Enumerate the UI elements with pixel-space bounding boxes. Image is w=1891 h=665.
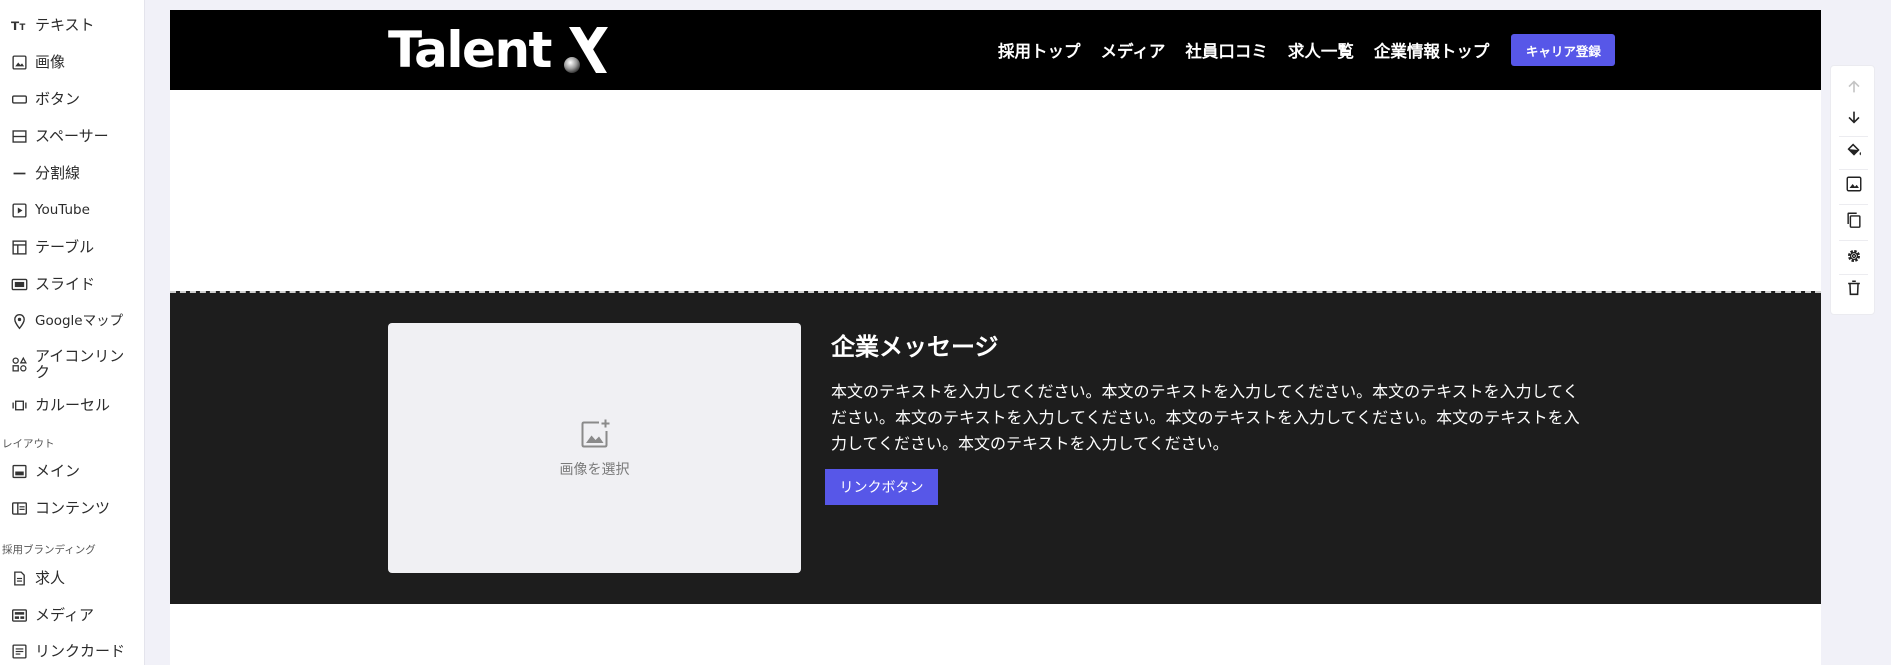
sidebar-item-job[interactable]: 求人 [10,563,142,593]
delete-trash-icon [1845,279,1863,301]
delete-button[interactable] [1844,280,1864,300]
map-pin-icon [10,312,29,331]
sidebar-item-link-card[interactable]: リンクカード [10,636,142,665]
sidebar-item-label: コンテンツ [35,499,111,517]
main-layout-icon [10,462,29,481]
nav-link-media[interactable]: メディア [1101,38,1166,62]
sidebar-item-label: 画像 [35,53,66,71]
sidebar-item-spacer[interactable]: スペーサー [10,121,142,151]
media-icon [10,606,29,625]
nav-link-company-top[interactable]: 企業情報トップ [1374,38,1490,62]
sidebar-item-google-map[interactable]: Googleマップ [10,306,142,336]
settings-button[interactable] [1844,248,1864,268]
editor-canvas: Talent 採用トップ メディア 社員口コミ 求人一覧 企業情報トップ キャリ… [170,10,1821,665]
button-icon [10,90,29,109]
duplicate-icon [1845,211,1863,233]
add-image-icon [578,417,612,455]
job-icon [10,569,29,588]
background-image-icon [1845,175,1863,197]
block-actions-toolbar [1830,65,1875,315]
sidebar-item-label: スペーサー [35,127,109,145]
sidebar-item-icon-link[interactable]: アイコンリンク [10,346,142,382]
sidebar-item-main[interactable]: メイン [10,456,142,486]
link-button[interactable]: リンクボタン [825,469,938,505]
sidebar-item-label: Googleマップ [35,313,124,329]
talent-x-logo[interactable]: Talent [388,21,613,79]
svg-text:T: T [20,22,26,32]
sidebar-item-label: アイコンリンク [35,347,125,381]
sidebar-item-label: テキスト [35,16,95,34]
sidebar-item-carousel[interactable]: カルーセル [10,390,142,420]
paint-bucket-icon [1845,141,1863,163]
arrow-down-icon [1845,108,1863,130]
toolbar-divider [1839,169,1868,170]
sidebar-item-label: テーブル [35,238,95,256]
section-body-text[interactable]: 本文のテキストを入力してください。本文のテキストを入力してください。本文のテキス… [831,379,1591,457]
sidebar-item-label: 求人 [35,569,66,587]
youtube-icon [10,201,29,220]
sidebar-item-slide[interactable]: スライド [10,269,142,299]
divider-icon [10,164,29,183]
sidebar-item-label: メディア [35,606,94,624]
duplicate-button[interactable] [1844,212,1864,232]
site-header-block[interactable]: Talent 採用トップ メディア 社員口コミ 求人一覧 企業情報トップ キャリ… [170,10,1821,90]
sidebar-section-recruit-branding: 採用ブランディング [2,544,96,556]
nav-link-employee-reviews[interactable]: 社員口コミ [1185,38,1268,62]
sidebar-item-divider[interactable]: 分割線 [10,158,142,188]
move-up-button[interactable] [1844,79,1864,99]
sidebar-item-contents[interactable]: コンテンツ [10,493,142,523]
x-mark-icon [561,25,613,75]
content-layout-icon [10,499,29,518]
carousel-icon [10,396,29,415]
sidebar-item-label: 分割線 [35,164,81,182]
header-nav: 採用トップ メディア 社員口コミ 求人一覧 企業情報トップ キャリア登録 [998,34,1616,66]
nav-link-job-list[interactable]: 求人一覧 [1288,38,1354,62]
table-icon [10,238,29,257]
logo-wordmark: Talent [388,21,552,79]
link-card-icon [10,642,29,661]
sidebar-item-label: メイン [35,462,81,480]
image-select-label: 画像を選択 [559,462,630,478]
move-down-button[interactable] [1844,109,1864,129]
sidebar-item-text[interactable]: TT テキスト [10,10,142,40]
toolbar-divider [1839,274,1868,275]
sidebar-item-image[interactable]: 画像 [10,47,142,77]
image-select-placeholder[interactable]: 画像を選択 [388,323,801,573]
text-icon: TT [10,16,29,35]
toolbar-divider [1839,204,1868,205]
sidebar-item-label: YouTube [35,202,90,218]
sidebar-section-layout: レイアウト [2,438,55,450]
career-register-button[interactable]: キャリア登録 [1511,34,1616,66]
toolbar-divider [1839,136,1868,137]
slide-icon [10,275,29,294]
sidebar-item-label: ボタン [35,90,81,108]
sidebar-item-table[interactable]: テーブル [10,232,142,262]
settings-gear-icon [1845,247,1863,269]
arrow-up-icon [1845,78,1863,100]
nav-link-recruit-top[interactable]: 採用トップ [998,38,1081,62]
section-title[interactable]: 企業メッセージ [831,327,999,362]
sidebar-item-label: リンクカード [35,642,126,660]
company-message-section[interactable]: 画像を選択 企業メッセージ 本文のテキストを入力してください。本文のテキストを入… [170,291,1821,604]
block-palette-sidebar: TT テキスト 画像 ボタン スペーサー 分割線 YouTube テーブル スラ… [0,0,145,665]
sidebar-item-label: カルーセル [35,396,111,414]
sidebar-item-label: スライド [35,275,96,293]
spacer-icon [10,127,29,146]
icon-link-icon [10,355,29,374]
image-icon [10,53,29,72]
background-image-button[interactable] [1844,176,1864,196]
sidebar-item-button[interactable]: ボタン [10,84,142,114]
sidebar-item-media[interactable]: メディア [10,600,142,630]
toolbar-divider [1839,240,1868,241]
background-color-button[interactable] [1844,142,1864,162]
sidebar-item-youtube[interactable]: YouTube [10,195,142,225]
